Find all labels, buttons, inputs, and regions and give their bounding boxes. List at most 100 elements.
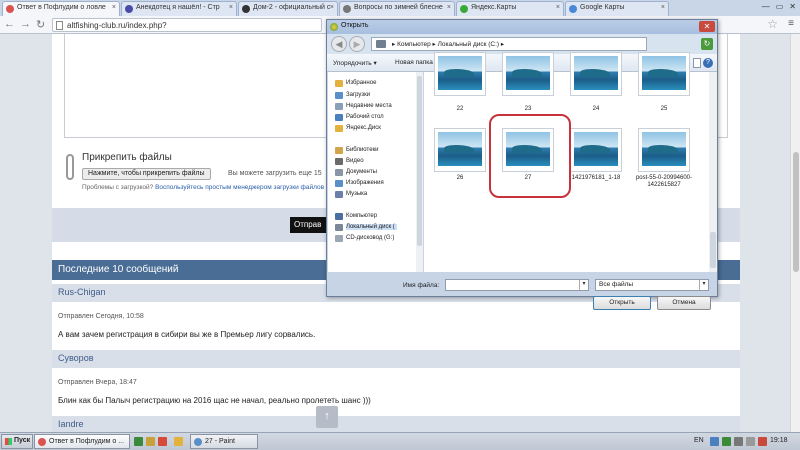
filename-input[interactable]: ▾ — [445, 279, 589, 291]
nav-item-cd-drive[interactable]: CD-дисковод (G:) — [335, 235, 394, 242]
attach-files-button[interactable]: Нажмите, чтобы прикрепить файлы — [82, 168, 211, 180]
browser-tab[interactable]: Анекдотец я нашёл! - Стр × — [121, 1, 237, 16]
nav-item-desktop[interactable]: Рабочий стол — [335, 114, 384, 121]
attach-hint: Вы можете загрузить еще 15 — [228, 170, 322, 177]
post-author[interactable]: Iandre — [52, 416, 740, 432]
nav-item-local-disk[interactable]: Локальный диск ( — [335, 224, 397, 231]
dialog-close-button[interactable]: ✕ — [699, 21, 715, 32]
dialog-titlebar: Открыть ✕ — [327, 20, 717, 34]
file-scrollbar[interactable] — [709, 72, 717, 272]
menu-icon[interactable]: ≡ — [788, 18, 794, 29]
minimize-icon[interactable]: — — [762, 2, 770, 11]
help-icon[interactable]: ? — [703, 58, 713, 68]
nav-scrollbar[interactable] — [416, 72, 423, 272]
scrollbar-thumb[interactable] — [793, 152, 799, 272]
browser-tab[interactable]: Вопросы по зимней блесне × — [339, 1, 455, 16]
file-thumbnail[interactable] — [638, 52, 690, 96]
back-icon[interactable]: ← — [4, 18, 15, 30]
start-button[interactable]: Пуск — [1, 434, 33, 449]
new-folder-button[interactable]: Новая папка — [395, 59, 433, 66]
tray-icon[interactable] — [722, 437, 731, 446]
post-author[interactable]: Суворов — [52, 350, 740, 368]
documents-icon — [335, 169, 343, 176]
back-arrow-icon[interactable]: ◀ — [331, 36, 347, 52]
file-thumbnail[interactable] — [570, 128, 622, 172]
tray-icon[interactable] — [710, 437, 719, 446]
tab-close-icon[interactable]: × — [556, 4, 560, 11]
nav-item-downloads[interactable]: Загрузки — [335, 92, 370, 99]
upload-problems: Проблемы с загрузкой? Воспользуйтесь про… — [82, 184, 324, 191]
address-bar[interactable]: altfishing-club.ru/index.php? — [52, 18, 322, 32]
image-thumbnail-icon — [506, 56, 550, 90]
tab-close-icon[interactable]: × — [661, 4, 665, 11]
tab-close-icon[interactable]: × — [330, 4, 334, 11]
image-thumbnail-icon — [642, 132, 686, 166]
browser-tab[interactable]: Дом-2 - официальный с × — [238, 1, 338, 16]
tray-icon[interactable] — [758, 437, 767, 446]
bookmark-star-icon[interactable]: ☆ — [767, 17, 778, 31]
page-icon — [56, 21, 63, 30]
browser-tab[interactable]: Яндекс.Карты × — [456, 1, 564, 16]
star-icon — [335, 80, 343, 87]
open-button[interactable]: Открыть — [593, 296, 651, 310]
forward-arrow-icon[interactable]: ▶ — [349, 36, 365, 52]
scroll-to-top-button[interactable]: ↑ — [316, 406, 338, 428]
nav-item-favorites[interactable]: Избранное — [335, 80, 377, 87]
nav-item-music[interactable]: Музыка — [335, 191, 367, 198]
quicklaunch-icon[interactable] — [158, 437, 167, 446]
paint-icon — [194, 438, 202, 446]
nav-item-video[interactable]: Видео — [335, 158, 364, 165]
language-indicator[interactable]: EN — [694, 437, 704, 444]
tab-favicon-icon — [6, 5, 14, 13]
file-thumbnail[interactable] — [434, 52, 486, 96]
nav-item-documents[interactable]: Документы — [335, 169, 377, 176]
chrome-icon — [330, 23, 338, 31]
refresh-icon[interactable]: ↻ — [701, 38, 713, 50]
tab-close-icon[interactable]: × — [229, 4, 233, 11]
reload-icon[interactable]: ↻ — [36, 18, 45, 31]
browser-tab[interactable]: Google Карты × — [565, 1, 669, 16]
file-thumbnail[interactable] — [502, 52, 554, 96]
taskbar-item-browser[interactable]: Ответ в Пофлудим о ... — [34, 434, 130, 449]
volume-icon[interactable] — [746, 437, 755, 446]
nav-item-computer[interactable]: Компьютер — [335, 213, 377, 220]
nav-label: Избранное — [346, 80, 377, 86]
quicklaunch-icon[interactable] — [134, 437, 143, 446]
send-button[interactable]: Отправ — [290, 217, 326, 233]
taskbar-label: 27 - Paint — [205, 438, 235, 445]
file-thumbnail[interactable] — [638, 128, 690, 172]
organize-menu[interactable]: Упорядочить ▾ — [333, 59, 377, 67]
simple-uploader-link[interactable]: Воспользуйтесь простым менеджером загруз… — [155, 184, 324, 191]
folder-icon[interactable] — [174, 437, 183, 446]
file-thumbnail[interactable] — [434, 128, 486, 172]
close-icon[interactable]: ✕ — [789, 2, 796, 11]
quicklaunch-icon[interactable] — [146, 437, 155, 446]
file-name: 24 — [592, 106, 600, 112]
image-thumbnail-icon — [574, 56, 618, 90]
tab-close-icon[interactable]: × — [447, 4, 451, 11]
nav-item-libraries[interactable]: Библиотеки — [335, 147, 379, 154]
red-highlight-circle — [489, 114, 571, 198]
tab-label: Ответ в Пофлудим о ловле — [17, 4, 106, 11]
file-thumbnail[interactable] — [570, 52, 622, 96]
forward-icon[interactable]: → — [20, 18, 31, 30]
filetype-select[interactable]: Все файлы ▾ — [595, 279, 709, 291]
nav-label: Недавние места — [346, 103, 392, 109]
breadcrumb[interactable]: ▸ Компьютер ▸ Локальный диск (C:) ▸ — [371, 37, 647, 51]
tab-label: Вопросы по зимней блесне — [354, 4, 443, 11]
file-scroll-thumb[interactable] — [710, 232, 716, 268]
nav-item-recent[interactable]: Недавние места — [335, 103, 392, 110]
preview-pane-icon[interactable] — [693, 58, 701, 68]
nav-item-yadisk[interactable]: Яндекс.Диск — [335, 125, 381, 132]
taskbar-item-paint[interactable]: 27 - Paint — [190, 434, 258, 449]
chevron-down-icon[interactable]: ▾ — [699, 280, 708, 290]
chevron-down-icon[interactable]: ▾ — [579, 280, 588, 290]
maximize-icon[interactable]: ▭ — [776, 2, 784, 11]
nav-item-images[interactable]: Изображения — [335, 180, 384, 187]
network-icon[interactable] — [734, 437, 743, 446]
cancel-button[interactable]: Отмена — [657, 296, 711, 310]
page-scrollbar[interactable] — [790, 34, 800, 432]
tab-close-icon[interactable]: × — [112, 4, 116, 11]
nav-scroll-thumb[interactable] — [417, 76, 422, 246]
browser-tab[interactable]: Ответ в Пофлудим о ловле × — [2, 1, 120, 16]
